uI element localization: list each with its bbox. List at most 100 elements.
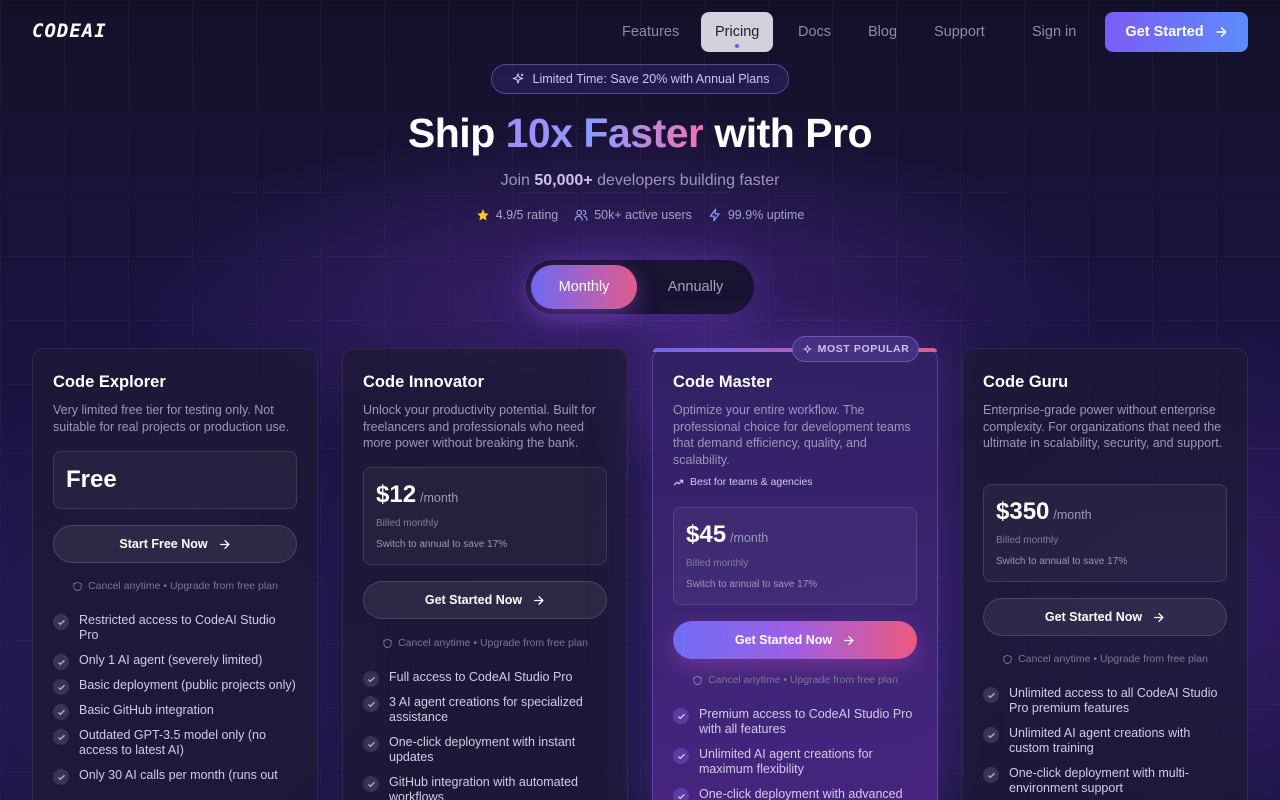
feature-text: Basic GitHub integration	[79, 703, 214, 717]
arrow-right-icon	[1154, 612, 1164, 622]
feature-item: Unlimited AI agent creations with custom…	[983, 726, 1227, 756]
feature-text: Unlimited AI agent creations for maximum…	[699, 747, 873, 776]
promo-text: Limited Time: Save 20% with Annual Plans	[532, 72, 770, 86]
save-text: Switch to annual to save 17%	[996, 556, 1128, 567]
plan-price: $12/month	[376, 481, 458, 509]
feature-item: One-click deployment with advanced	[673, 787, 917, 800]
feature-item: Basic GitHub integration	[53, 703, 297, 720]
toggle-monthly[interactable]: Monthly	[531, 265, 637, 309]
check-icon	[363, 696, 379, 712]
plan-description: Optimize your entire workflow. The profe…	[673, 403, 911, 467]
toggle-annually[interactable]: Annually	[642, 265, 749, 309]
feature-text: 3 AI agent creations for specialized ass…	[389, 695, 583, 724]
feature-text: One-click deployment with instant update…	[389, 735, 576, 764]
promo-badge: Limited Time: Save 20% with Annual Plans	[491, 64, 789, 94]
stat-users-text: 50k+ active users	[594, 208, 692, 222]
feature-text: Only 30 AI calls per month (runs out	[79, 768, 278, 782]
sign-in-link[interactable]: Sign in	[1018, 12, 1090, 52]
get-started-now-button[interactable]: Get Started Now	[983, 598, 1227, 636]
codeai-logo[interactable]: CODEAI	[32, 20, 107, 42]
feature-item: One-click deployment with multi-environm…	[983, 766, 1227, 796]
nav-link-pricing[interactable]: Pricing	[701, 12, 774, 52]
plan-card-code-master: MOST POPULAR Code Master Optimize your e…	[652, 336, 938, 800]
save-text: Switch to annual to save 17%	[686, 579, 818, 590]
check-icon	[363, 671, 379, 687]
cancel-note: Cancel anytime • Upgrade from free plan	[53, 580, 297, 592]
feature-list: Premium access to CodeAI Studio Pro with…	[673, 707, 917, 800]
button-label: Get Started Now	[734, 633, 833, 647]
feature-item: Only 30 AI calls per month (runs out	[53, 768, 297, 785]
plan-name: Code Master	[673, 373, 773, 391]
billed-text: Billed monthly	[996, 535, 1059, 546]
feature-list: Full access to CodeAI Studio Pro 3 AI ag…	[363, 670, 607, 800]
feature-list: Restricted access to CodeAI Studio Pro O…	[53, 613, 297, 793]
check-icon	[363, 776, 379, 792]
nav-link-support[interactable]: Support	[920, 12, 999, 52]
price-period: /month	[730, 531, 769, 545]
most-popular-badge: MOST POPULAR	[792, 336, 919, 362]
feature-text: Full access to CodeAI Studio Pro	[389, 670, 573, 684]
feature-item: Restricted access to CodeAI Studio Pro	[53, 613, 297, 643]
feature-list: Unlimited access to all CodeAI Studio Pr…	[983, 686, 1227, 800]
hero-title: Ship 10x Faster with Pro	[0, 110, 1280, 157]
hero-stats: 4.9/5 rating 50k+ active users 99.9% upt…	[0, 208, 1280, 222]
save-text: Switch to annual to save 17%	[376, 539, 508, 550]
plan-description: Very limited free tier for testing only.…	[53, 403, 290, 434]
check-icon	[53, 729, 69, 745]
get-started-button[interactable]: Get Started	[1105, 12, 1248, 52]
feature-text: Unlimited access to all CodeAI Studio Pr…	[1009, 686, 1218, 715]
cancel-note-text: Cancel anytime • Upgrade from free plan	[708, 674, 898, 686]
feature-item: 3 AI agent creations for specialized ass…	[363, 695, 607, 725]
hero-title-suffix: with Pro	[703, 110, 873, 156]
stat-users: 50k+ active users	[574, 208, 692, 222]
nav-link-blog[interactable]: Blog	[854, 12, 911, 52]
price-period: /month	[1053, 508, 1092, 522]
feature-text: Restricted access to CodeAI Studio Pro	[79, 613, 276, 642]
check-icon	[363, 736, 379, 752]
feature-text: One-click deployment with advanced	[699, 787, 903, 800]
feature-text: Unlimited AI agent creations with custom…	[1009, 726, 1191, 755]
price-period: /month	[420, 491, 459, 505]
plan-card-code-explorer: Code Explorer Very limited free tier for…	[32, 348, 318, 800]
arrow-right-icon	[1215, 27, 1226, 37]
cancel-note-text: Cancel anytime • Upgrade from free plan	[398, 637, 588, 649]
best-for-text: Best for teams & agencies	[690, 476, 813, 488]
check-icon	[983, 767, 999, 783]
sparkles-icon	[512, 73, 523, 84]
sparkles-icon	[802, 344, 812, 353]
get-started-label: Get Started	[1125, 24, 1204, 40]
hero-title-prefix: Ship	[407, 110, 506, 156]
plan-description: Unlock your productivity potential. Buil…	[363, 403, 596, 450]
feature-item: Only 1 AI agent (severely limited)	[53, 653, 297, 670]
star-icon	[476, 209, 489, 221]
plan-name: Code Explorer	[53, 373, 166, 391]
price-box: Free	[53, 451, 297, 509]
check-icon	[53, 769, 69, 785]
lightning-icon	[709, 208, 720, 222]
get-started-now-button[interactable]: Get Started Now	[363, 581, 607, 619]
stat-rating: 4.9/5 rating	[476, 208, 558, 222]
check-icon	[53, 654, 69, 670]
button-label: Get Started Now	[424, 593, 523, 607]
price-box: $12/month Billed monthly Switch to annua…	[363, 467, 607, 565]
arrow-right-icon	[844, 635, 854, 645]
get-started-now-button[interactable]: Get Started Now	[673, 621, 917, 659]
nav-link-features[interactable]: Features	[608, 12, 693, 52]
check-icon	[673, 748, 689, 764]
hero-title-highlight: 10x Faster	[505, 110, 704, 156]
hero-subtitle-count: 50,000+	[534, 172, 593, 189]
nav-link-docs[interactable]: Docs	[784, 12, 845, 52]
cancel-note: Cancel anytime • Upgrade from free plan	[673, 674, 917, 686]
price-box: $350/month Billed monthly Switch to annu…	[983, 484, 1227, 582]
hero-subtitle: Join 50,000+ developers building faster	[0, 172, 1280, 190]
button-label: Start Free Now	[119, 537, 208, 551]
feature-item: One-click deployment with instant update…	[363, 735, 607, 765]
shield-icon	[383, 638, 392, 648]
check-icon	[983, 687, 999, 703]
feature-text: One-click deployment with multi-environm…	[1009, 766, 1189, 795]
cancel-note: Cancel anytime • Upgrade from free plan	[363, 637, 607, 649]
feature-text: Premium access to CodeAI Studio Pro with…	[699, 707, 913, 736]
start-free-button[interactable]: Start Free Now	[53, 525, 297, 563]
price-amount: $350	[996, 498, 1050, 525]
hero-subtitle-suffix: developers building faster	[592, 172, 780, 189]
